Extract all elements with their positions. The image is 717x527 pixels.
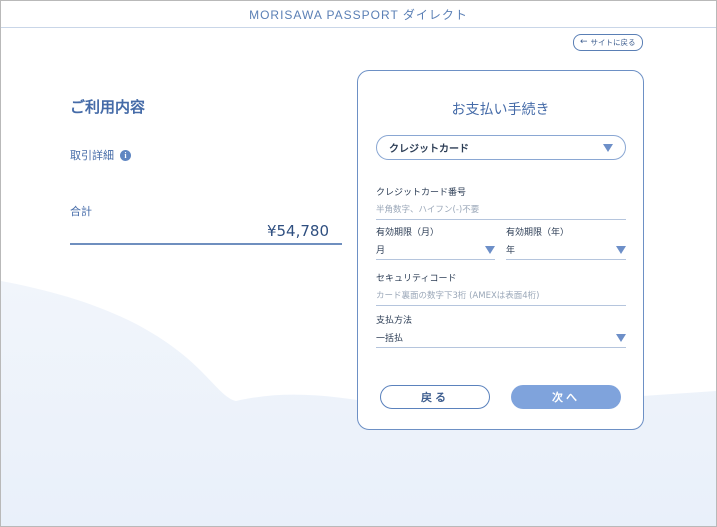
total-divider (70, 243, 342, 245)
expiry-year-field: 有効期限（年） 年 (506, 225, 626, 260)
usage-title: ご利用内容 (70, 98, 146, 116)
app-title: MORISAWA PASSPORT ダイレクト (249, 7, 468, 22)
dropdown-arrow-icon (603, 144, 613, 152)
dropdown-arrow-icon (616, 246, 626, 254)
expiry-year-select[interactable]: 年 (506, 243, 626, 260)
expiry-month-select[interactable]: 月 (376, 243, 495, 260)
total-label: 合計 (70, 205, 92, 218)
security-code-label: セキュリティコード (376, 274, 457, 284)
transaction-detail-label: 取引詳細 (70, 149, 114, 162)
dropdown-arrow-icon (616, 334, 626, 342)
security-code-input[interactable]: カード裏面の数字下3桁 (AMEXは表面4桁) (376, 289, 626, 306)
security-code-field: セキュリティコード カード裏面の数字下3桁 (AMEXは表面4桁) (376, 271, 626, 306)
expiry-month-value: 月 (376, 246, 386, 256)
app-window: MORISAWA PASSPORT ダイレクト ← サイトに戻る ご利用内容 取… (0, 0, 717, 527)
pay-method-value: 一括払 (376, 334, 404, 344)
left-arrow-icon: ← (580, 37, 588, 47)
expiry-year-label: 有効期限（年） (506, 228, 570, 238)
card-number-input[interactable]: 半角数字、ハイフン(-)不要 (376, 203, 626, 220)
usage-summary: ご利用内容 取引詳細 i 合計 ¥54,780 (70, 96, 342, 245)
expiry-month-field: 有効期限（月） 月 (376, 225, 495, 260)
back-button[interactable]: 戻る (380, 385, 490, 409)
header-bar: MORISAWA PASSPORT ダイレクト (1, 1, 716, 28)
payment-method-select[interactable]: クレジットカード (376, 135, 626, 160)
transaction-detail-row[interactable]: 取引詳細 i (70, 147, 342, 163)
payment-title: お支払い手続き (451, 102, 550, 118)
payment-method-value: クレジットカード (389, 144, 469, 155)
expiry-month-label: 有効期限（月） (376, 228, 440, 238)
pay-method-select[interactable]: 一括払 (376, 331, 626, 348)
total-value: ¥54,780 (266, 222, 329, 240)
pay-method-label: 支払方法 (376, 316, 413, 326)
back-to-site-label: サイトに戻る (590, 38, 636, 47)
pay-method-field: 支払方法 一括払 (376, 313, 626, 348)
card-number-field: クレジットカード番号 半角数字、ハイフン(-)不要 (376, 185, 626, 220)
expiry-year-value: 年 (506, 246, 516, 256)
back-to-site-button[interactable]: ← サイトに戻る (573, 34, 643, 51)
dropdown-arrow-icon (485, 246, 495, 254)
payment-panel: お支払い手続き クレジットカード クレジットカード番号 半角数字、ハイフン(-)… (357, 70, 644, 430)
next-button[interactable]: 次へ (511, 385, 621, 409)
info-icon[interactable]: i (120, 149, 131, 161)
card-number-label: クレジットカード番号 (376, 188, 467, 198)
